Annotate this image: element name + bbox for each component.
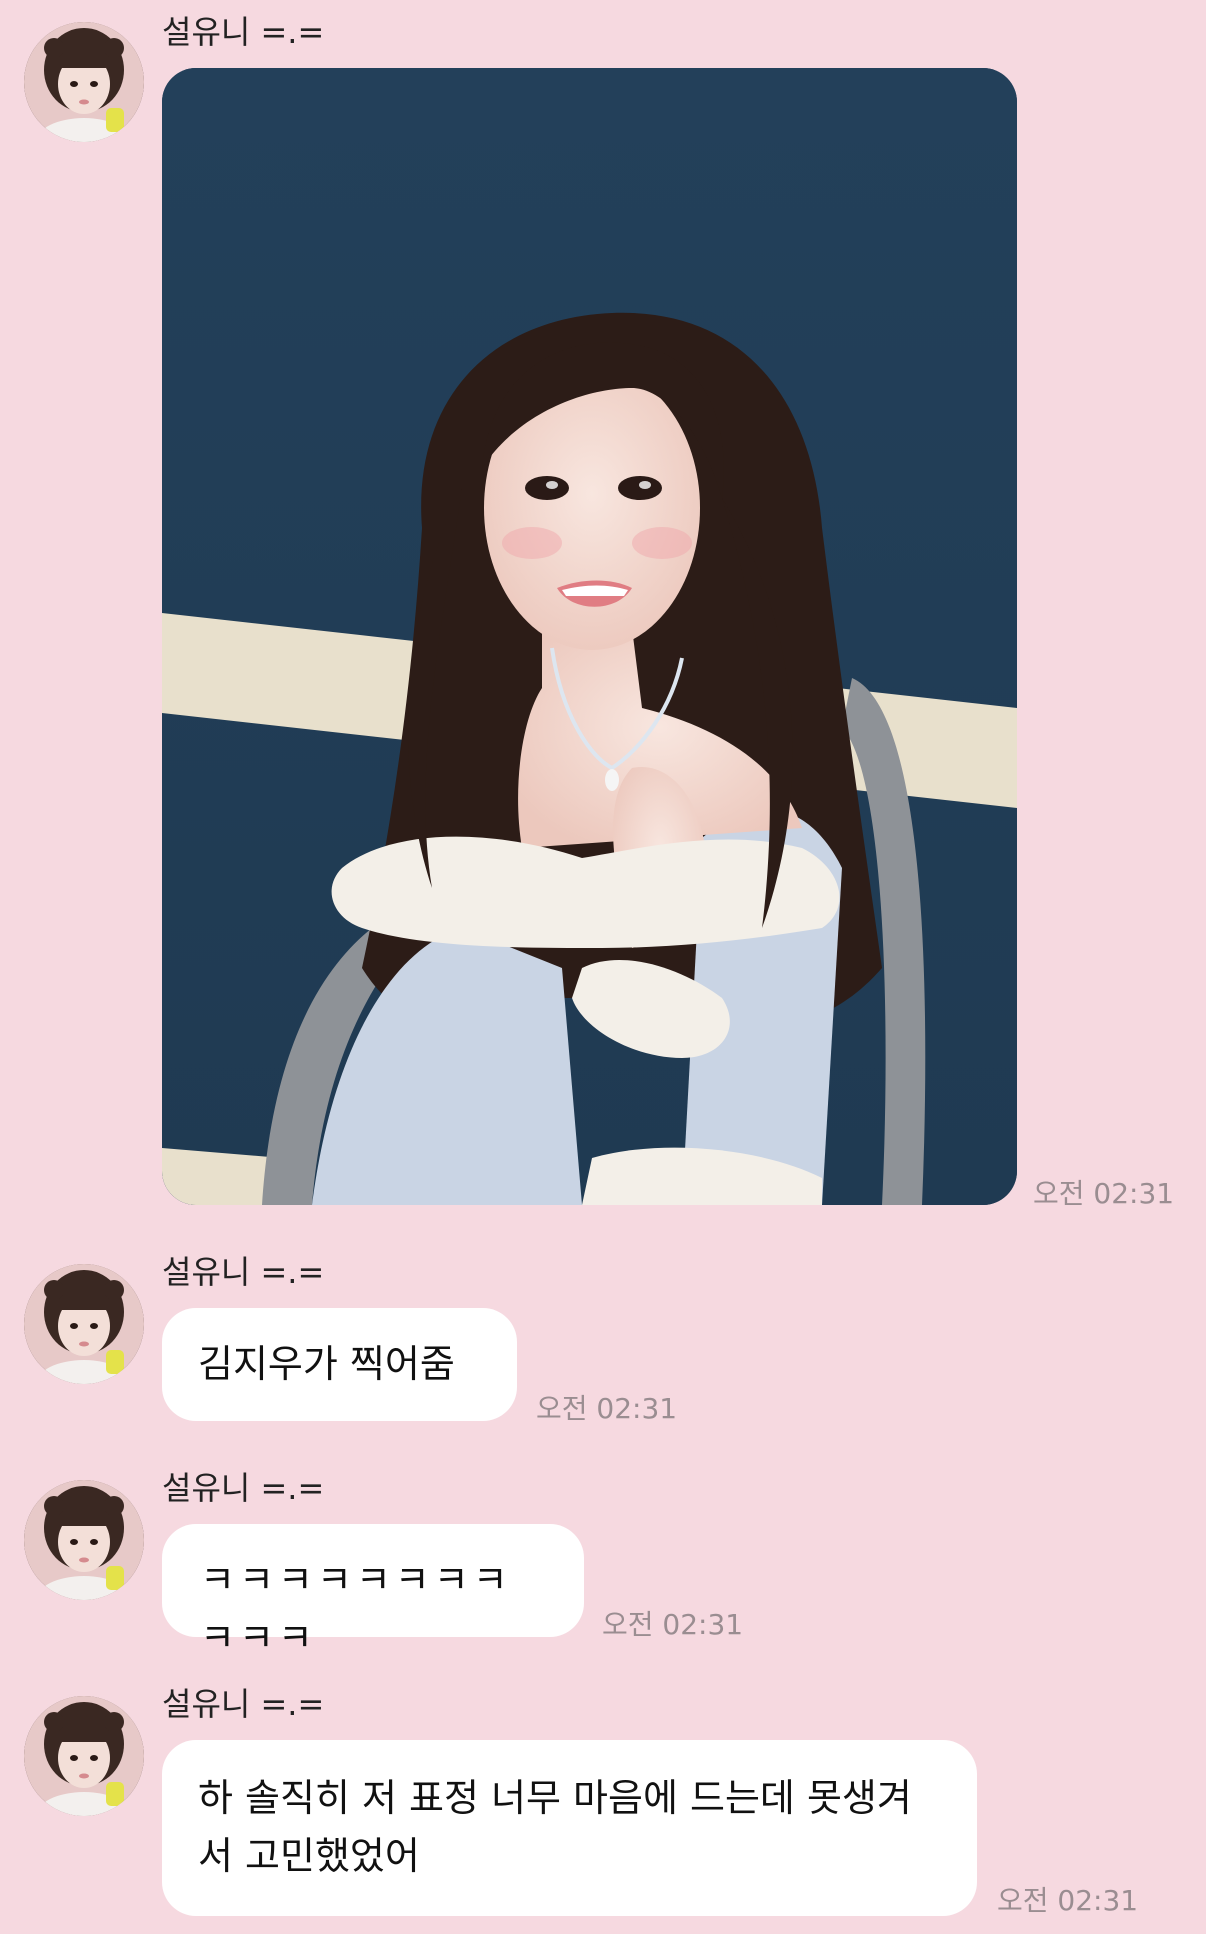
sender-avatar[interactable] — [24, 1480, 144, 1600]
sender-name: 설유니 =.= — [162, 1253, 325, 1291]
message-bubble[interactable]: 김지우가 찍어줌 — [162, 1308, 517, 1421]
shared-photo[interactable] — [162, 68, 1017, 1205]
message-photo: 설유니 =.= 오전 02:31 — [0, 0, 1206, 1215]
message-text-content: 김지우가 찍어줌 — [198, 1342, 455, 1386]
message-text-content: ㅋㅋㅋㅋㅋㅋㅋㅋㅋㅋㅋ — [200, 1558, 512, 1660]
message-bubble[interactable]: ㅋㅋㅋㅋㅋㅋㅋㅋㅋㅋㅋ — [162, 1524, 584, 1660]
message-time: 오전 02:31 — [602, 1608, 744, 1641]
avatar-portrait-icon — [24, 1696, 144, 1816]
sender-name: 설유니 =.= — [162, 1469, 325, 1507]
sender-avatar[interactable] — [24, 1696, 144, 1816]
sender-avatar[interactable] — [24, 22, 144, 142]
message-time: 오전 02:31 — [1033, 1177, 1175, 1210]
sender-name: 설유니 =.= — [162, 1685, 325, 1723]
message-text: 설유니 =.= 김지우가 찍어줌 오전 02:31 — [0, 1250, 1206, 1430]
avatar-portrait-icon — [24, 1264, 144, 1384]
message-text: 설유니 =.= 하 솔직히 저 표정 너무 마음에 드는데 못생겨서 고민했었어… — [0, 1682, 1206, 1934]
sender-avatar[interactable] — [24, 1264, 144, 1384]
message-time: 오전 02:31 — [997, 1884, 1139, 1917]
sender-name: 설유니 =.= — [162, 13, 325, 51]
message-text-content: 하 솔직히 저 표정 너무 마음에 드는데 못생겨서 고민했었어 — [198, 1776, 912, 1878]
avatar-portrait-icon — [24, 1480, 144, 1600]
message-text: 설유니 =.= ㅋㅋㅋㅋㅋㅋㅋㅋㅋㅋㅋ 오전 02:31 — [0, 1466, 1206, 1660]
message-time: 오전 02:31 — [536, 1392, 678, 1425]
message-bubble[interactable]: 하 솔직히 저 표정 너무 마음에 드는데 못생겨서 고민했었어 — [162, 1740, 977, 1916]
avatar-portrait-icon — [24, 22, 144, 142]
photo-image — [162, 68, 1017, 1205]
